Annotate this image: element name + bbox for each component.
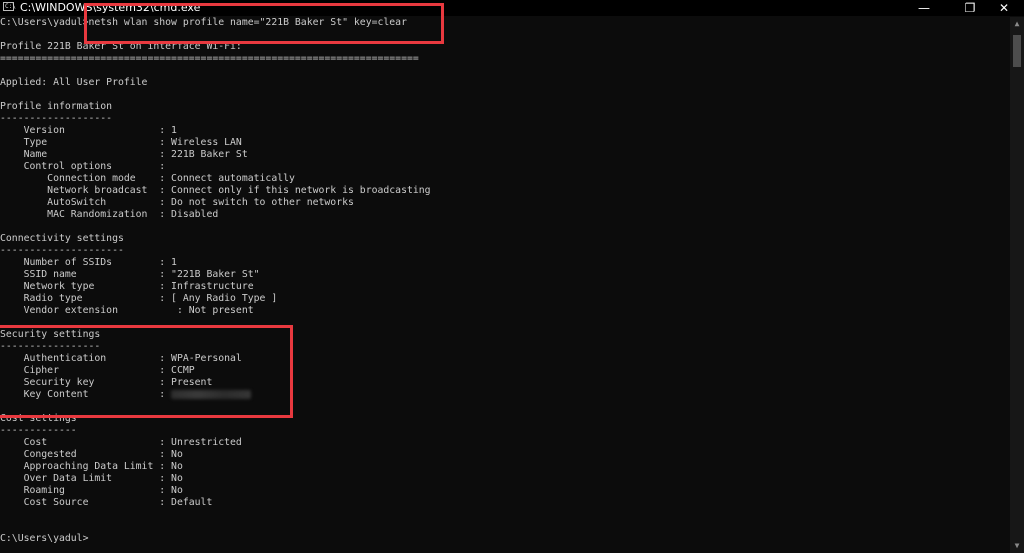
console-line: Roaming : No xyxy=(0,485,183,496)
console-line: Vendor extension : Not present xyxy=(0,305,254,316)
console-line: Connectivity settings xyxy=(0,233,124,244)
console-line: Authentication : WPA-Personal xyxy=(0,353,242,364)
console-line: Name : 221B Baker St xyxy=(0,149,248,160)
console-line: Cost : Unrestricted xyxy=(0,437,242,448)
console-line: Security settings xyxy=(0,329,101,340)
console-output[interactable]: C:\Users\yadul>netsh wlan show profile n… xyxy=(0,17,1010,553)
console-line: MAC Randomization : Disabled xyxy=(0,209,219,220)
console-line: --------------------- xyxy=(0,245,124,256)
console-line: AutoSwitch : Do not switch to other netw… xyxy=(0,197,354,208)
console-line: SSID name : "221B Baker St" xyxy=(0,269,260,280)
console-line: ========================================… xyxy=(0,53,419,64)
scroll-up-icon[interactable]: ▲ xyxy=(1010,17,1024,31)
title-bar[interactable]: C:\ C:\WINDOWS\system32\cmd.exe — ❐ ✕ xyxy=(0,0,1024,16)
vertical-scrollbar[interactable]: ▲ ▼ xyxy=(1010,17,1024,553)
console-line: Network broadcast : Connect only if this… xyxy=(0,185,431,196)
minimize-button[interactable]: — xyxy=(904,0,944,16)
console-line: Approaching Data Limit : No xyxy=(0,461,183,472)
console-text: C:\Users\yadul>netsh wlan show profile n… xyxy=(0,17,1010,545)
minimize-icon: — xyxy=(918,1,930,15)
console-line: Profile information xyxy=(0,101,113,112)
console-line: Number of SSIDs : 1 xyxy=(0,257,177,268)
console-line: Radio type : [ Any Radio Type ] xyxy=(0,293,278,304)
console-line: Cipher : CCMP xyxy=(0,365,195,376)
console-line: Profile 221B Baker St on interface Wi-Fi… xyxy=(0,41,242,52)
scroll-thumb[interactable] xyxy=(1013,35,1021,67)
maximize-icon: ❐ xyxy=(964,1,976,15)
console-line: C:\Users\yadul> xyxy=(0,533,89,544)
console-line: Applied: All User Profile xyxy=(0,77,148,88)
console-line: Over Data Limit : No xyxy=(0,473,183,484)
console-line: Control options : xyxy=(0,161,166,172)
console-line: Cost Source : Default xyxy=(0,497,213,508)
console-line: Network type : Infrastructure xyxy=(0,281,254,292)
console-line: ------------- xyxy=(0,425,77,436)
redacted-key-content xyxy=(171,389,252,399)
window-title: C:\WINDOWS\system32\cmd.exe xyxy=(20,1,201,14)
console-line: Cost settings xyxy=(0,413,77,424)
close-icon: ✕ xyxy=(998,1,1010,15)
console-line: Security key : Present xyxy=(0,377,213,388)
console-line: ------------------- xyxy=(0,113,113,124)
console-line: Type : Wireless LAN xyxy=(0,137,242,148)
console-line: Congested : No xyxy=(0,449,183,460)
console-line: Key Content : xyxy=(0,389,1010,401)
scroll-down-icon[interactable]: ▼ xyxy=(1010,539,1024,553)
close-button[interactable]: ✕ xyxy=(984,0,1024,16)
console-line: Connection mode : Connect automatically xyxy=(0,173,295,184)
console-line: ----------------- xyxy=(0,341,101,352)
console-line: C:\Users\yadul>netsh wlan show profile n… xyxy=(0,17,407,28)
cmd-app-icon[interactable]: C:\ xyxy=(3,2,16,11)
console-line: Version : 1 xyxy=(0,125,177,136)
